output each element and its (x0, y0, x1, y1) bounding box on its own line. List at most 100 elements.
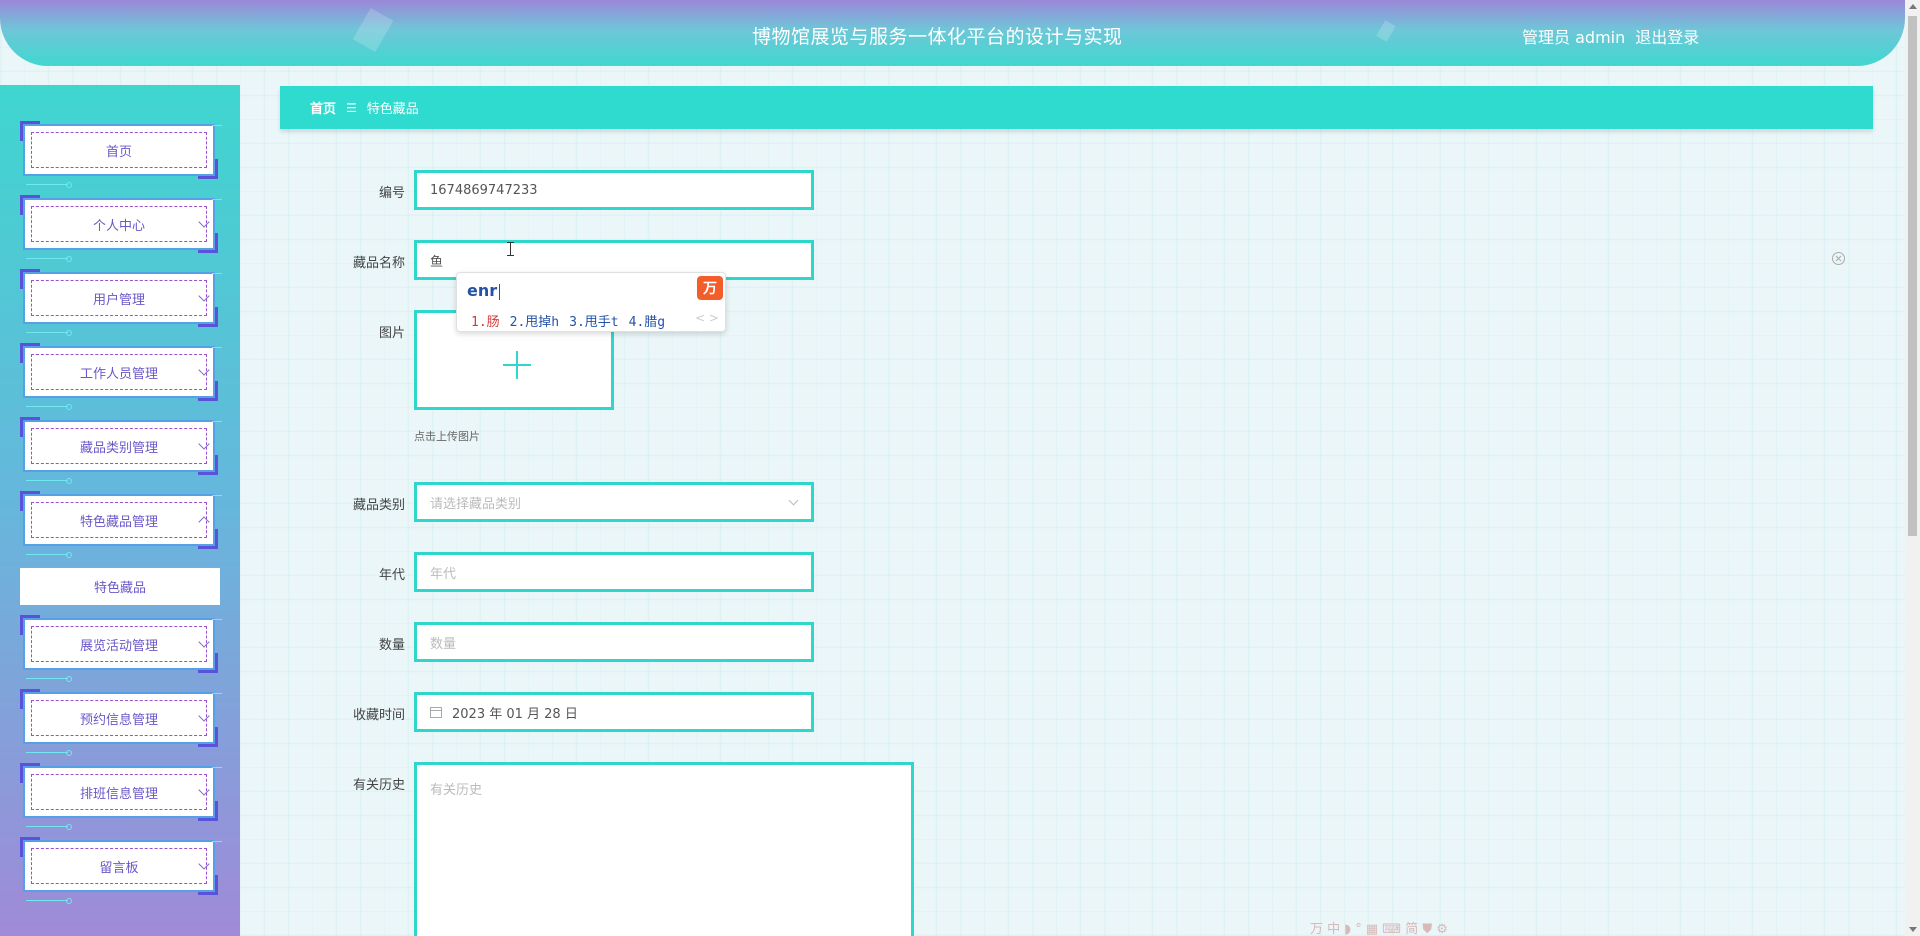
scroll-up-icon[interactable] (1909, 4, 1917, 9)
clear-icon[interactable] (1832, 252, 1845, 265)
connector-decoration (26, 478, 72, 484)
category-select[interactable]: 请选择藏品类别 (414, 482, 814, 522)
sidebar-item-frame: 个人中心 (23, 198, 215, 250)
top-header: 博物馆展览与服务一体化平台的设计与实现 管理员 admin 退出登录 (0, 0, 1905, 66)
connector-decoration (212, 693, 222, 694)
sidebar-item[interactable]: 展览活动管理 (20, 615, 222, 682)
history-placeholder: 有关历史 (430, 783, 483, 798)
sidebar-item[interactable]: 个人中心 (20, 195, 222, 262)
connector-decoration (26, 824, 72, 830)
name-value: 鱼 (430, 254, 444, 270)
sidebar-item-label: 展览活动管理 (79, 638, 158, 654)
sidebar-item-label: 首页 (105, 144, 132, 160)
plus-icon (503, 351, 531, 379)
sidebar-item-frame: 展览活动管理 (23, 618, 215, 670)
connector-decoration (26, 898, 72, 904)
category-label: 藏品类别 (352, 498, 405, 513)
ime-candidates: 1.肠 2.甩掉h 3.甩手t 4.腊g (471, 311, 665, 330)
sidebar-item-label: 留言板 (99, 860, 139, 876)
site-title: 博物馆展览与服务一体化平台的设计与实现 (752, 26, 1123, 48)
sidebar-item-label: 藏品类别管理 (79, 440, 158, 456)
era-label: 年代 (378, 568, 405, 583)
sidebar-item-inner: 工作人员管理 (31, 354, 207, 390)
sidebar-item[interactable]: 特色藏品管理 (20, 491, 222, 558)
sidebar-item-frame: 预约信息管理 (23, 692, 215, 744)
quantity-placeholder: 数量 (430, 636, 457, 652)
connector-decoration (212, 767, 222, 768)
code-label: 编号 (378, 186, 405, 201)
era-input[interactable]: 年代 (414, 552, 814, 592)
connector-decoration (212, 619, 222, 620)
collected-time-picker[interactable]: 2023 年 01 月 28 日 (414, 692, 814, 732)
sidebar-item-frame: 特色藏品管理 (23, 494, 215, 546)
connector-decoration (26, 676, 72, 682)
breadcrumb-home[interactable]: 首页 (310, 98, 336, 117)
logout-link[interactable]: 退出登录 (1635, 24, 1699, 48)
sidebar-item[interactable]: 藏品类别管理 (20, 417, 222, 484)
ime-logo-icon: 万 (697, 276, 723, 300)
quantity-input[interactable]: 数量 (414, 622, 814, 662)
connector-decoration (26, 256, 72, 262)
sidebar-item-inner: 个人中心 (31, 206, 207, 242)
sidebar-item-inner: 排班信息管理 (31, 774, 207, 810)
scroll-down-icon[interactable] (1909, 927, 1917, 932)
scroll-thumb[interactable] (1908, 16, 1917, 536)
ime-page-nav[interactable]: < > (695, 311, 719, 325)
breadcrumb: 首页 ☰ 特色藏品 (280, 86, 1873, 129)
ime-candidate-popup: enr 万 1.肠 2.甩掉h 3.甩手t 4.腊g < > (456, 272, 726, 332)
sidebar-item[interactable]: 用户管理 (20, 269, 222, 336)
collected-time-label: 收藏时间 (352, 708, 405, 723)
connector-decoration (212, 841, 222, 842)
connector-decoration (212, 199, 222, 200)
connector-decoration (26, 750, 72, 756)
connector-decoration (212, 495, 222, 496)
ime-candidate[interactable]: 4.腊g (629, 311, 665, 330)
sidebar-item-label: 排班信息管理 (79, 786, 158, 802)
code-value: 1674869747233 (430, 182, 538, 198)
sidebar-item[interactable]: 留言板 (20, 837, 222, 904)
connector-decoration (26, 182, 72, 188)
sidebar-item-label: 工作人员管理 (79, 366, 158, 382)
sidebar-item-frame: 首页 (23, 124, 215, 176)
category-placeholder: 请选择藏品类别 (430, 496, 522, 512)
sidebar-item[interactable]: 排班信息管理 (20, 763, 222, 830)
name-label: 藏品名称 (352, 256, 405, 271)
sidebar-item-inner: 特色藏品管理 (31, 502, 207, 538)
sidebar-item-label: 用户管理 (92, 292, 145, 308)
sidebar-item[interactable]: 工作人员管理 (20, 343, 222, 410)
ime-candidate[interactable]: 2.甩掉h (510, 311, 559, 330)
sidebar-item-label: 预约信息管理 (79, 712, 158, 728)
sidebar-item[interactable]: 首页 (20, 121, 222, 188)
image-label: 图片 (378, 326, 405, 341)
connector-decoration (212, 125, 222, 126)
collected-time-value: 2023 年 01 月 28 日 (452, 706, 578, 722)
sidebar-item-inner: 展览活动管理 (31, 626, 207, 662)
sidebar-item[interactable]: 预约信息管理 (20, 689, 222, 756)
ime-candidate[interactable]: 3.甩手t (569, 311, 618, 330)
sidebar-item-inner: 藏品类别管理 (31, 428, 207, 464)
breadcrumb-separator-icon: ☰ (346, 100, 357, 115)
vertical-scrollbar[interactable] (1905, 0, 1920, 936)
ime-toolbar[interactable]: 万 中 ◗ ° ▦ ⌨ 简 ⛊ ⚙ (1310, 918, 1448, 936)
history-label: 有关历史 (352, 778, 405, 793)
chevron-down-icon (788, 495, 799, 506)
breadcrumb-current: 特色藏品 (366, 102, 419, 117)
ime-composition: enr (467, 281, 500, 300)
connector-decoration (26, 404, 72, 410)
era-placeholder: 年代 (430, 566, 457, 582)
connector-decoration (212, 421, 222, 422)
sidebar-item-label: 特色藏品管理 (79, 514, 158, 530)
sidebar-item-inner: 首页 (31, 132, 207, 168)
sidebar-item-frame: 用户管理 (23, 272, 215, 324)
code-field[interactable]: 1674869747233 (414, 170, 814, 210)
history-textarea[interactable]: 有关历史 (414, 762, 914, 936)
connector-decoration (212, 273, 222, 274)
quantity-label: 数量 (378, 638, 405, 653)
calendar-icon (430, 706, 442, 718)
sidebar-item-frame: 工作人员管理 (23, 346, 215, 398)
user-area: 管理员 admin 退出登录 (1522, 24, 1699, 48)
ime-candidate[interactable]: 1.肠 (471, 311, 500, 330)
sidebar-subitem-featured-collection[interactable]: 特色藏品 (20, 568, 220, 605)
connector-decoration (212, 347, 222, 348)
sidebar-item-label: 个人中心 (92, 218, 145, 234)
